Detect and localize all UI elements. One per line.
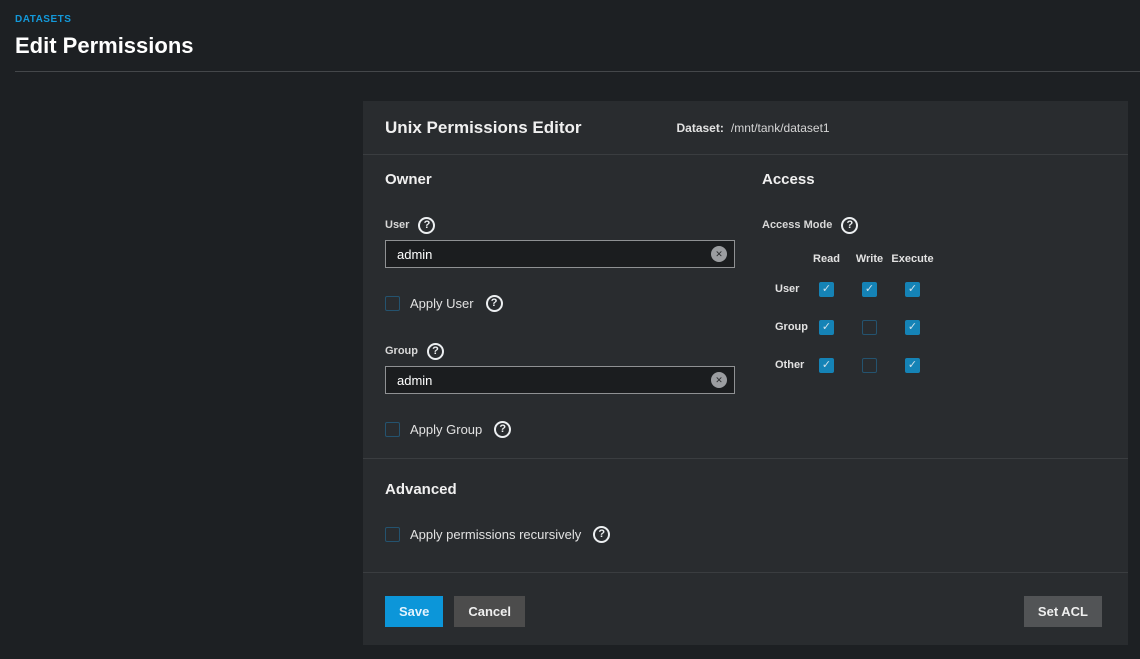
owner-section: Owner User ? ✕ Apply User ? Group ? ✕	[385, 171, 735, 458]
set-acl-button[interactable]: Set ACL	[1024, 596, 1102, 627]
dataset-label: Dataset:	[677, 121, 724, 135]
group-label: Group	[385, 345, 418, 357]
user-input-wrap: ✕	[385, 240, 735, 268]
group-execute-checkbox[interactable]	[905, 320, 920, 335]
recursive-checkbox[interactable]	[385, 527, 400, 542]
dataset-path: /mnt/tank/dataset1	[731, 121, 830, 135]
apply-group-help-icon[interactable]: ?	[494, 421, 511, 438]
user-clear-icon[interactable]: ✕	[711, 246, 727, 262]
apply-user-help-icon[interactable]: ?	[486, 295, 503, 312]
group-help-icon[interactable]: ?	[427, 343, 444, 360]
recursive-help-icon[interactable]: ?	[593, 526, 610, 543]
col-header-read: Read	[805, 253, 848, 265]
access-row-group: Group	[762, 308, 1106, 346]
group-clear-icon[interactable]: ✕	[711, 372, 727, 388]
dataset-info: Dataset: /mnt/tank/dataset1	[677, 121, 830, 135]
page-title: Edit Permissions	[15, 33, 1124, 59]
group-field-label-row: Group ?	[385, 342, 735, 360]
recursive-label: Apply permissions recursively	[410, 527, 581, 542]
access-row-group-label: Group	[762, 321, 805, 333]
apply-group-checkbox[interactable]	[385, 422, 400, 437]
col-header-execute: Execute	[891, 253, 934, 265]
other-read-checkbox[interactable]	[819, 358, 834, 373]
apply-user-label: Apply User	[410, 296, 474, 311]
user-input[interactable]	[385, 240, 735, 268]
access-row-user-label: User	[762, 283, 805, 295]
access-mode-help-icon[interactable]: ?	[841, 217, 858, 234]
group-read-checkbox[interactable]	[819, 320, 834, 335]
access-section: Access Access Mode ? Read Write Execute …	[762, 171, 1106, 458]
col-header-write: Write	[848, 253, 891, 265]
actions-bar: Save Cancel Set ACL	[363, 573, 1128, 645]
other-write-checkbox[interactable]	[862, 358, 877, 373]
apply-group-label: Apply Group	[410, 422, 482, 437]
user-help-icon[interactable]: ?	[418, 217, 435, 234]
page-header: DATASETS Edit Permissions	[0, 0, 1140, 59]
group-input[interactable]	[385, 366, 735, 394]
access-mode-label: Access Mode	[762, 219, 832, 231]
card-body: Owner User ? ✕ Apply User ? Group ? ✕	[363, 155, 1128, 459]
card-header: Unix Permissions Editor Dataset: /mnt/ta…	[363, 101, 1128, 155]
group-input-wrap: ✕	[385, 366, 735, 394]
cancel-button[interactable]: Cancel	[454, 596, 525, 627]
header-divider	[15, 71, 1140, 72]
apply-user-checkbox[interactable]	[385, 296, 400, 311]
save-button[interactable]: Save	[385, 596, 443, 627]
group-write-checkbox[interactable]	[862, 320, 877, 335]
access-mode-header-row: Read Write Execute	[762, 248, 1106, 270]
user-write-checkbox[interactable]	[862, 282, 877, 297]
apply-user-row: Apply User ?	[385, 294, 735, 312]
access-mode-label-row: Access Mode ?	[762, 216, 1106, 234]
other-execute-checkbox[interactable]	[905, 358, 920, 373]
user-label: User	[385, 219, 409, 231]
apply-group-row: Apply Group ?	[385, 420, 735, 438]
breadcrumb-datasets[interactable]: DATASETS	[15, 14, 71, 25]
access-row-other-label: Other	[762, 359, 805, 371]
user-execute-checkbox[interactable]	[905, 282, 920, 297]
advanced-heading: Advanced	[385, 481, 1106, 499]
owner-heading: Owner	[385, 171, 735, 189]
recursive-row: Apply permissions recursively ?	[385, 525, 1106, 543]
user-read-checkbox[interactable]	[819, 282, 834, 297]
access-row-other: Other	[762, 346, 1106, 384]
card-title: Unix Permissions Editor	[385, 118, 582, 138]
advanced-section: Advanced Apply permissions recursively ?	[363, 459, 1128, 573]
access-mode-table: Read Write Execute User Group	[762, 248, 1106, 384]
user-field-label-row: User ?	[385, 216, 735, 234]
unix-permissions-card: Unix Permissions Editor Dataset: /mnt/ta…	[363, 101, 1128, 645]
access-heading: Access	[762, 171, 1106, 189]
access-row-user: User	[762, 270, 1106, 308]
